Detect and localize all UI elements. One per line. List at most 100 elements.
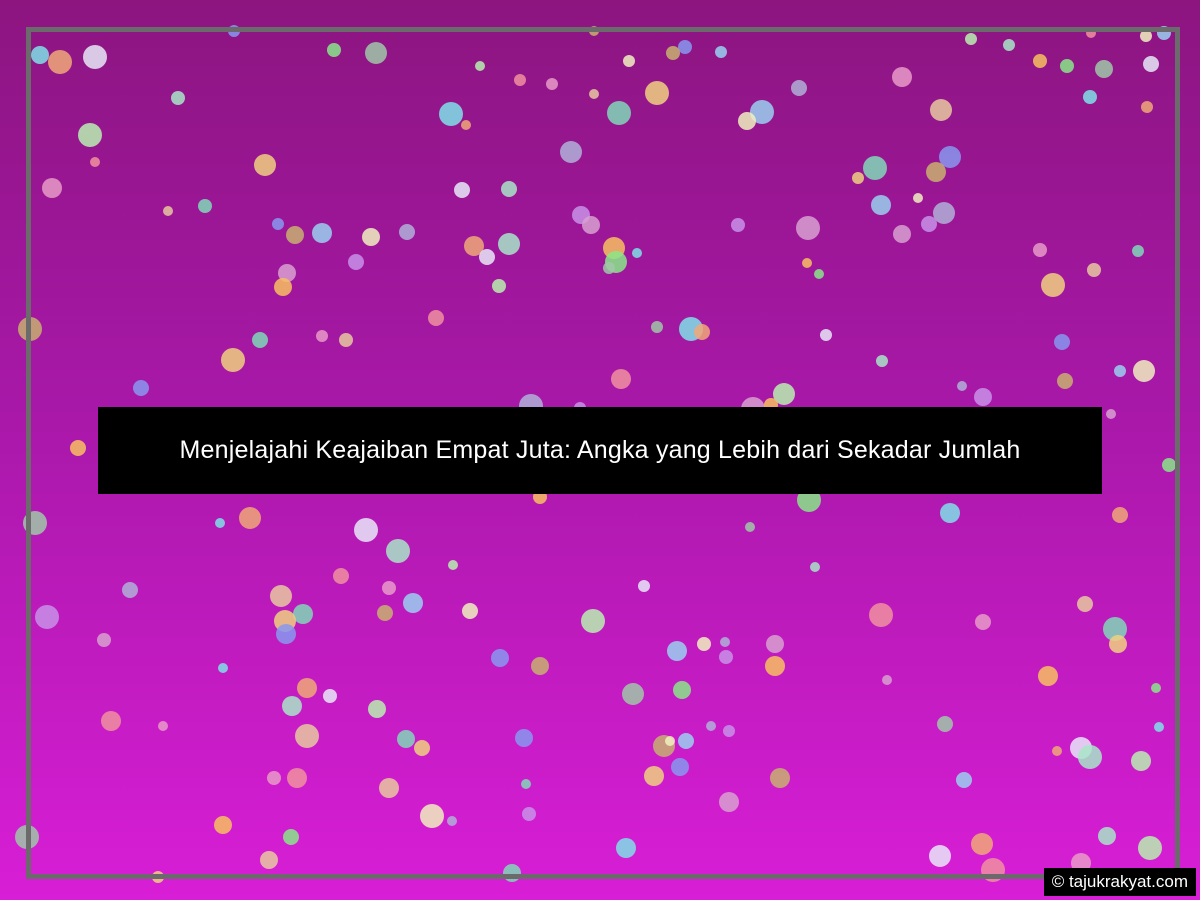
confetti-dot (876, 355, 888, 367)
confetti-dot (1033, 54, 1047, 68)
confetti-dot (133, 380, 149, 396)
confetti-dot (491, 649, 509, 667)
confetti-dot (239, 507, 261, 529)
confetti-dot (214, 816, 232, 834)
confetti-dot (871, 195, 891, 215)
confetti-dot (589, 26, 599, 36)
confetti-dot (770, 768, 790, 788)
confetti-dot (1132, 245, 1144, 257)
confetti-dot (501, 181, 517, 197)
confetti-dot (31, 46, 49, 64)
confetti-dot (622, 683, 644, 705)
confetti-dot (1112, 507, 1128, 523)
confetti-dot (666, 46, 680, 60)
confetti-dot (706, 721, 716, 731)
confetti-dot (479, 249, 495, 265)
confetti-dot (893, 225, 911, 243)
confetti-dot (731, 218, 745, 232)
confetti-dot (498, 233, 520, 255)
confetti-dot (930, 99, 952, 121)
confetti-dot (282, 696, 302, 716)
confetti-dot (70, 440, 86, 456)
confetti-dot (152, 871, 164, 883)
confetti-dot (475, 61, 485, 71)
confetti-dot (354, 518, 378, 542)
confetti-dot (122, 582, 138, 598)
confetti-dot (1140, 30, 1152, 42)
confetti-dot (810, 562, 820, 572)
confetti-dot (362, 228, 380, 246)
confetti-dot (971, 833, 993, 855)
confetti-dot (1162, 458, 1176, 472)
confetti-dot (1003, 39, 1015, 51)
confetti-dot (386, 539, 410, 563)
confetti-dot (581, 609, 605, 633)
confetti-dot (428, 310, 444, 326)
confetti-dot (1086, 28, 1096, 38)
confetti-dot (603, 262, 615, 274)
confetti-dot (1106, 409, 1116, 419)
confetti-dot (448, 560, 458, 570)
confetti-dot (18, 317, 42, 341)
confetti-dot (589, 89, 599, 99)
confetti-dot (560, 141, 582, 163)
confetti-dot (616, 838, 636, 858)
confetti-dot (638, 580, 650, 592)
confetti-dot (15, 825, 39, 849)
confetti-dot (723, 725, 735, 737)
confetti-dot (218, 663, 228, 673)
confetti-dot (365, 42, 387, 64)
page-title: Menjelajahi Keajaiban Empat Juta: Angka … (179, 436, 1021, 464)
confetti-dot (1087, 263, 1101, 277)
confetti-dot (267, 771, 281, 785)
confetti-dot (981, 858, 1005, 882)
confetti-dot (796, 216, 820, 240)
confetti-dot (333, 568, 349, 584)
confetti-dot (377, 605, 393, 621)
confetti-dot (221, 348, 245, 372)
confetti-dot (439, 102, 463, 126)
confetti-dot (926, 162, 946, 182)
confetti-dot (492, 279, 506, 293)
confetti-dot (1133, 360, 1155, 382)
confetti-dot (531, 657, 549, 675)
confetti-dot (1052, 746, 1062, 756)
confetti-dot (283, 829, 299, 845)
confetti-dot (48, 50, 72, 74)
confetti-dot (940, 503, 960, 523)
confetti-dot (252, 332, 268, 348)
confetti-dot (678, 40, 692, 54)
confetti-dot (171, 91, 185, 105)
confetti-dot (765, 656, 785, 676)
confetti-dot (1138, 836, 1162, 860)
confetti-dot (312, 223, 332, 243)
confetti-dot (1154, 722, 1164, 732)
confetti-dot (1098, 827, 1116, 845)
confetti-dot (215, 518, 225, 528)
confetti-dot (869, 603, 893, 627)
confetti-dot (414, 740, 430, 756)
confetti-dot (921, 216, 937, 232)
confetti-dot (719, 792, 739, 812)
confetti-dot (623, 55, 635, 67)
confetti-dot (286, 226, 304, 244)
confetti-dot (720, 637, 730, 647)
confetti-dot (665, 736, 675, 746)
confetti-dot (276, 624, 296, 644)
confetti-dot (957, 381, 967, 391)
confetti-dot (1060, 59, 1074, 73)
confetti-dot (327, 43, 341, 57)
confetti-dot (863, 156, 887, 180)
confetti-dot (397, 730, 415, 748)
confetti-dot (158, 721, 168, 731)
confetti-dot (644, 766, 664, 786)
confetti-dot (382, 581, 396, 595)
confetti-dot (766, 635, 784, 653)
confetti-dot (678, 733, 694, 749)
confetti-dot (546, 78, 558, 90)
confetti-dot (323, 689, 337, 703)
confetti-dot (607, 101, 631, 125)
confetti-dot (694, 324, 710, 340)
confetti-dot (892, 67, 912, 87)
confetti-dot (35, 605, 59, 629)
